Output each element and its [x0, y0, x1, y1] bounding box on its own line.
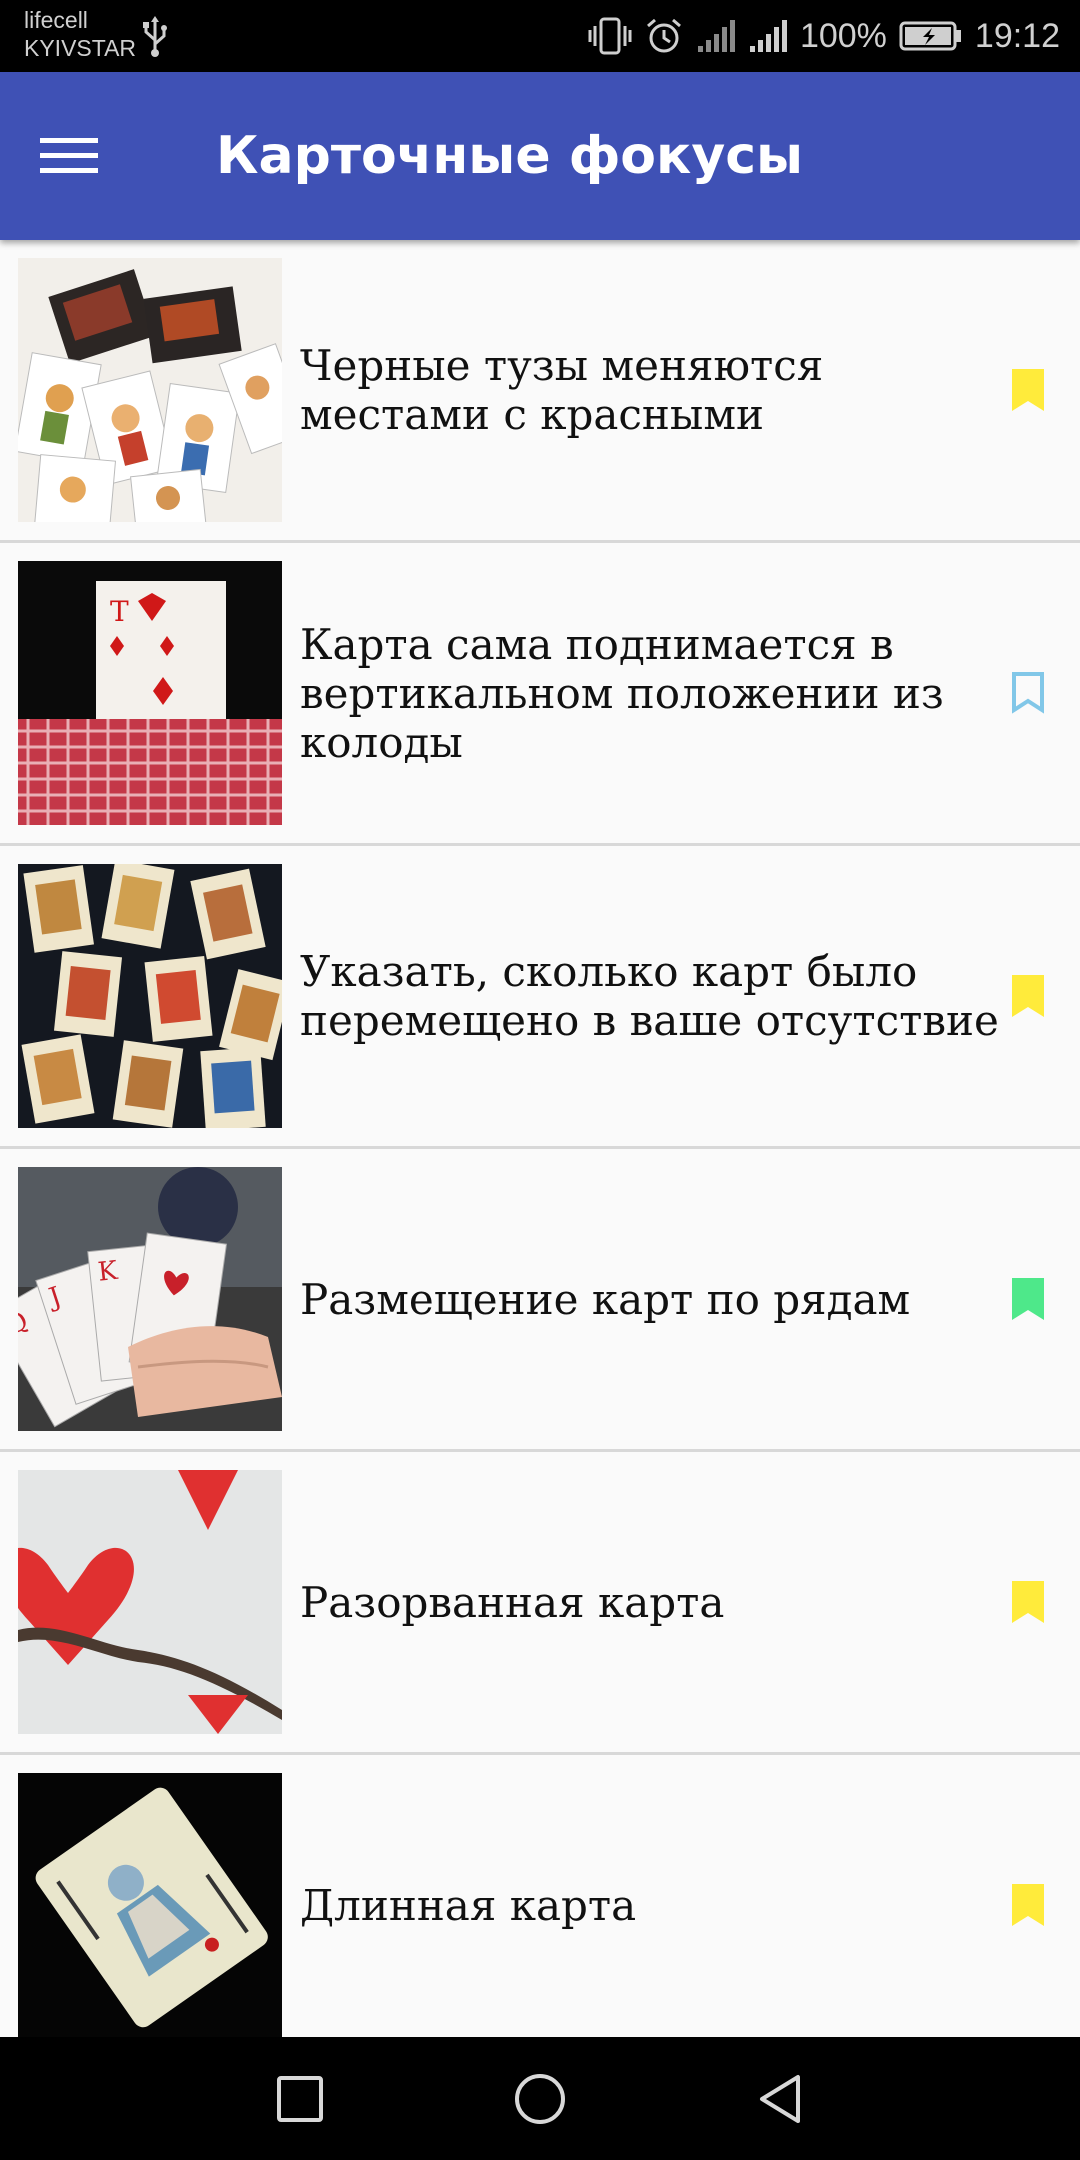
- carrier-name-1: lifecell: [24, 7, 88, 33]
- thumbnail-joker-card: [18, 1773, 282, 2037]
- carrier-name-2: KYIVSTAR: [24, 35, 137, 61]
- battery-percent: 100%: [799, 16, 887, 55]
- usb-icon: [143, 16, 167, 57]
- status-bar: lifecell KYIVSTAR 100% 19:12: [0, 0, 1080, 72]
- carrier-info: lifecell KYIVSTAR: [24, 6, 136, 62]
- app-bar: Карточные фокусы: [0, 72, 1080, 240]
- menu-button[interactable]: [40, 120, 126, 192]
- tricks-list[interactable]: Черные тузы меняются местами с красными …: [0, 240, 1080, 2037]
- bookmark-filled-icon[interactable]: [1010, 1882, 1046, 1928]
- bookmark-filled-icon[interactable]: [1010, 367, 1046, 413]
- signal-icon-1: [697, 20, 735, 52]
- thumbnail-rising-card: T: [18, 561, 282, 825]
- alarm-icon: [646, 18, 681, 53]
- bookmark-filled-icon[interactable]: [1010, 1579, 1046, 1625]
- list-item-aces-swap[interactable]: Черные тузы меняются местами с красными: [0, 240, 1080, 543]
- status-icons: 100% 19:12: [588, 0, 1060, 72]
- clock: 19:12: [974, 16, 1060, 55]
- svg-text:K: K: [96, 1256, 119, 1288]
- recents-button[interactable]: [262, 2061, 338, 2137]
- list-item-long-card[interactable]: Длинная карта: [0, 1755, 1080, 2037]
- bookmark-filled-icon[interactable]: [1010, 1276, 1046, 1322]
- triangle-back-icon: [760, 2075, 800, 2123]
- battery-charging-icon: [899, 21, 961, 51]
- svg-text:T: T: [110, 595, 129, 628]
- signal-icon-2: [749, 20, 787, 52]
- navigation-bar: [0, 2037, 1080, 2160]
- thumbnail-scattered-cards: [18, 864, 282, 1128]
- bookmark-outline-icon[interactable]: [1010, 670, 1046, 716]
- list-item-rising-card[interactable]: T Карта сама поднимается в вертикальном …: [0, 543, 1080, 846]
- list-item-title: Размещение карт по рядам: [300, 1274, 911, 1324]
- list-item-title: Указать, сколько карт было перемещено в …: [300, 947, 999, 1045]
- list-item-moved-cards[interactable]: Указать, сколько карт было перемещено в …: [0, 846, 1080, 1149]
- circle-home-icon: [515, 2074, 565, 2124]
- vibrate-icon: [588, 17, 632, 55]
- list-item-title: Черные тузы меняются местами с красными: [300, 341, 824, 439]
- back-button[interactable]: [742, 2061, 818, 2137]
- list-item-torn-card[interactable]: Разорванная карта: [0, 1452, 1080, 1755]
- hamburger-menu-icon: [40, 138, 98, 173]
- square-recents-icon: [277, 2076, 323, 2122]
- home-button[interactable]: [502, 2061, 578, 2137]
- app-title: Карточные фокусы: [216, 126, 804, 186]
- thumbnail-torn-card: [18, 1470, 282, 1734]
- list-item-cards-in-rows[interactable]: Q J K Размещение карт по рядам: [0, 1149, 1080, 1452]
- bookmark-filled-icon[interactable]: [1010, 973, 1046, 1019]
- thumbnail-playing-cards-deck: [18, 258, 282, 522]
- list-item-title: Длинная карта: [300, 1880, 637, 1930]
- list-item-title: Карта сама поднимается в вертикальном по…: [300, 619, 944, 767]
- thumbnail-hand-with-cards: Q J K: [18, 1167, 282, 1431]
- list-item-title: Разорванная карта: [300, 1577, 725, 1627]
